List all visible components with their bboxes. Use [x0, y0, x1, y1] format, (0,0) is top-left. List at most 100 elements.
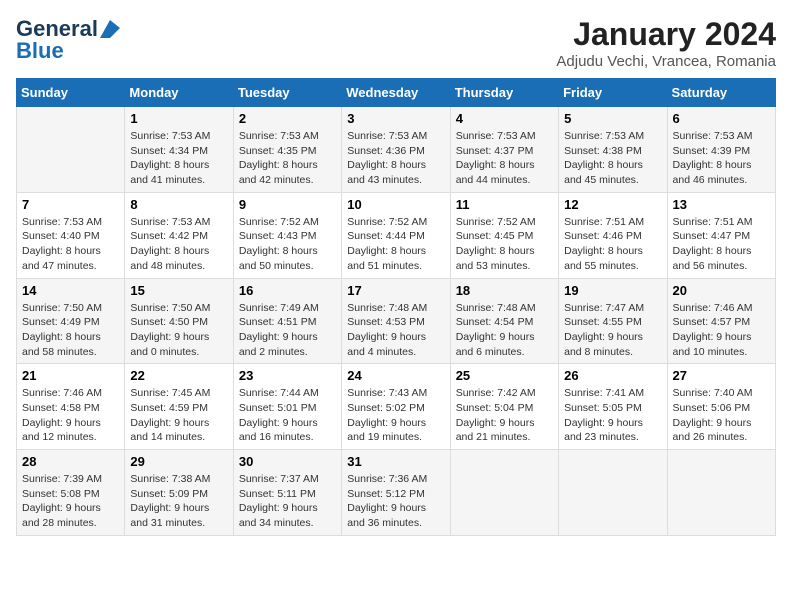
calendar-cell: 1 Sunrise: 7:53 AMSunset: 4:34 PMDaylight…	[125, 107, 233, 193]
calendar-cell: 10 Sunrise: 7:52 AMSunset: 4:44 PMDayligh…	[342, 192, 450, 278]
week-row-3: 14 Sunrise: 7:50 AMSunset: 4:49 PMDayligh…	[17, 278, 776, 364]
logo: General Blue	[16, 16, 120, 64]
logo-blue: Blue	[16, 38, 64, 64]
day-info: Sunrise: 7:43 AMSunset: 5:02 PMDaylight:…	[347, 386, 444, 445]
calendar-cell: 6 Sunrise: 7:53 AMSunset: 4:39 PMDaylight…	[667, 107, 775, 193]
week-row-5: 28Sunrise: 7:39 AMSunset: 5:08 PMDayligh…	[17, 450, 776, 536]
day-info: Sunrise: 7:52 AMSunset: 4:43 PMDaylight:…	[239, 215, 336, 274]
day-number: 15	[130, 283, 227, 298]
day-number: 28	[22, 454, 119, 469]
weekday-header-saturday: Saturday	[667, 79, 775, 107]
calendar-cell: 28Sunrise: 7:39 AMSunset: 5:08 PMDayligh…	[17, 450, 125, 536]
weekday-header-tuesday: Tuesday	[233, 79, 341, 107]
calendar-cell: 9 Sunrise: 7:52 AMSunset: 4:43 PMDaylight…	[233, 192, 341, 278]
calendar-cell: 7 Sunrise: 7:53 AMSunset: 4:40 PMDaylight…	[17, 192, 125, 278]
calendar-cell: 12 Sunrise: 7:51 AMSunset: 4:46 PMDayligh…	[559, 192, 667, 278]
location-subtitle: Adjudu Vechi, Vrancea, Romania	[556, 53, 776, 70]
calendar-cell: 11Sunrise: 7:52 AMSunset: 4:45 PMDayligh…	[450, 192, 558, 278]
day-number: 26	[564, 368, 661, 383]
day-number: 18	[456, 283, 553, 298]
day-number: 21	[22, 368, 119, 383]
day-info: Sunrise: 7:50 AMSunset: 4:50 PMDaylight:…	[130, 301, 227, 360]
weekday-header-row: SundayMondayTuesdayWednesdayThursdayFrid…	[17, 79, 776, 107]
calendar-cell: 14 Sunrise: 7:50 AMSunset: 4:49 PMDayligh…	[17, 278, 125, 364]
week-row-2: 7 Sunrise: 7:53 AMSunset: 4:40 PMDaylight…	[17, 192, 776, 278]
day-info: Sunrise: 7:53 AMSunset: 4:39 PMDaylight:…	[673, 129, 770, 188]
day-info: Sunrise: 7:46 AMSunset: 4:57 PMDaylight:…	[673, 301, 770, 360]
calendar-cell: 18 Sunrise: 7:48 AMSunset: 4:54 PMDayligh…	[450, 278, 558, 364]
day-info: Sunrise: 7:52 AMSunset: 4:44 PMDaylight:…	[347, 215, 444, 274]
day-info: Sunrise: 7:53 AMSunset: 4:37 PMDaylight:…	[456, 129, 553, 188]
calendar-cell: 2Sunrise: 7:53 AMSunset: 4:35 PMDaylight…	[233, 107, 341, 193]
day-info: Sunrise: 7:50 AMSunset: 4:49 PMDaylight:…	[22, 301, 119, 360]
day-number: 10	[347, 197, 444, 212]
day-number: 5	[564, 111, 661, 126]
day-number: 14	[22, 283, 119, 298]
calendar-cell: 26 Sunrise: 7:41 AMSunset: 5:05 PMDayligh…	[559, 364, 667, 450]
day-number: 2	[239, 111, 336, 126]
day-number: 7	[22, 197, 119, 212]
day-number: 1	[130, 111, 227, 126]
calendar-cell: 23Sunrise: 7:44 AMSunset: 5:01 PMDayligh…	[233, 364, 341, 450]
day-info: Sunrise: 7:40 AMSunset: 5:06 PMDaylight:…	[673, 386, 770, 445]
week-row-4: 21 Sunrise: 7:46 AMSunset: 4:58 PMDayligh…	[17, 364, 776, 450]
day-info: Sunrise: 7:41 AMSunset: 5:05 PMDaylight:…	[564, 386, 661, 445]
day-info: Sunrise: 7:48 AMSunset: 4:53 PMDaylight:…	[347, 301, 444, 360]
header: General Blue January 2024 Adjudu Vechi, …	[16, 16, 776, 70]
day-info: Sunrise: 7:37 AMSunset: 5:11 PMDaylight:…	[239, 472, 336, 531]
calendar-cell: 20 Sunrise: 7:46 AMSunset: 4:57 PMDayligh…	[667, 278, 775, 364]
calendar-cell	[450, 450, 558, 536]
calendar-cell: 24 Sunrise: 7:43 AMSunset: 5:02 PMDayligh…	[342, 364, 450, 450]
day-number: 16	[239, 283, 336, 298]
calendar-cell: 22Sunrise: 7:45 AMSunset: 4:59 PMDayligh…	[125, 364, 233, 450]
calendar-cell	[17, 107, 125, 193]
day-info: Sunrise: 7:46 AMSunset: 4:58 PMDaylight:…	[22, 386, 119, 445]
day-number: 9	[239, 197, 336, 212]
day-number: 31	[347, 454, 444, 469]
calendar-cell: 31 Sunrise: 7:36 AMSunset: 5:12 PMDayligh…	[342, 450, 450, 536]
day-info: Sunrise: 7:36 AMSunset: 5:12 PMDaylight:…	[347, 472, 444, 531]
calendar-cell: 29 Sunrise: 7:38 AMSunset: 5:09 PMDayligh…	[125, 450, 233, 536]
calendar-cell: 21 Sunrise: 7:46 AMSunset: 4:58 PMDayligh…	[17, 364, 125, 450]
day-info: Sunrise: 7:49 AMSunset: 4:51 PMDaylight:…	[239, 301, 336, 360]
day-info: Sunrise: 7:38 AMSunset: 5:09 PMDaylight:…	[130, 472, 227, 531]
calendar-cell	[667, 450, 775, 536]
day-info: Sunrise: 7:44 AMSunset: 5:01 PMDaylight:…	[239, 386, 336, 445]
day-info: Sunrise: 7:53 AMSunset: 4:38 PMDaylight:…	[564, 129, 661, 188]
day-number: 29	[130, 454, 227, 469]
calendar-cell: 27 Sunrise: 7:40 AMSunset: 5:06 PMDayligh…	[667, 364, 775, 450]
week-row-1: 1 Sunrise: 7:53 AMSunset: 4:34 PMDaylight…	[17, 107, 776, 193]
day-number: 8	[130, 197, 227, 212]
calendar-cell: 4 Sunrise: 7:53 AMSunset: 4:37 PMDaylight…	[450, 107, 558, 193]
calendar-table: SundayMondayTuesdayWednesdayThursdayFrid…	[16, 78, 776, 536]
day-number: 24	[347, 368, 444, 383]
day-info: Sunrise: 7:48 AMSunset: 4:54 PMDaylight:…	[456, 301, 553, 360]
day-number: 3	[347, 111, 444, 126]
calendar-cell: 3 Sunrise: 7:53 AMSunset: 4:36 PMDaylight…	[342, 107, 450, 193]
logo-icon	[100, 20, 120, 38]
weekday-header-friday: Friday	[559, 79, 667, 107]
day-info: Sunrise: 7:53 AMSunset: 4:34 PMDaylight:…	[130, 129, 227, 188]
day-number: 4	[456, 111, 553, 126]
day-number: 11	[456, 197, 553, 212]
day-info: Sunrise: 7:51 AMSunset: 4:46 PMDaylight:…	[564, 215, 661, 274]
calendar-cell: 5 Sunrise: 7:53 AMSunset: 4:38 PMDaylight…	[559, 107, 667, 193]
calendar-cell: 15 Sunrise: 7:50 AMSunset: 4:50 PMDayligh…	[125, 278, 233, 364]
day-number: 25	[456, 368, 553, 383]
month-title: January 2024	[556, 16, 776, 53]
calendar-cell: 16 Sunrise: 7:49 AMSunset: 4:51 PMDayligh…	[233, 278, 341, 364]
day-number: 6	[673, 111, 770, 126]
day-number: 27	[673, 368, 770, 383]
weekday-header-wednesday: Wednesday	[342, 79, 450, 107]
title-area: January 2024 Adjudu Vechi, Vrancea, Roma…	[556, 16, 776, 70]
day-number: 20	[673, 283, 770, 298]
calendar-cell: 25Sunrise: 7:42 AMSunset: 5:04 PMDayligh…	[450, 364, 558, 450]
day-info: Sunrise: 7:47 AMSunset: 4:55 PMDaylight:…	[564, 301, 661, 360]
calendar-cell: 13 Sunrise: 7:51 AMSunset: 4:47 PMDayligh…	[667, 192, 775, 278]
day-info: Sunrise: 7:51 AMSunset: 4:47 PMDaylight:…	[673, 215, 770, 274]
day-number: 12	[564, 197, 661, 212]
day-info: Sunrise: 7:53 AMSunset: 4:40 PMDaylight:…	[22, 215, 119, 274]
weekday-header-sunday: Sunday	[17, 79, 125, 107]
day-info: Sunrise: 7:53 AMSunset: 4:36 PMDaylight:…	[347, 129, 444, 188]
day-number: 13	[673, 197, 770, 212]
